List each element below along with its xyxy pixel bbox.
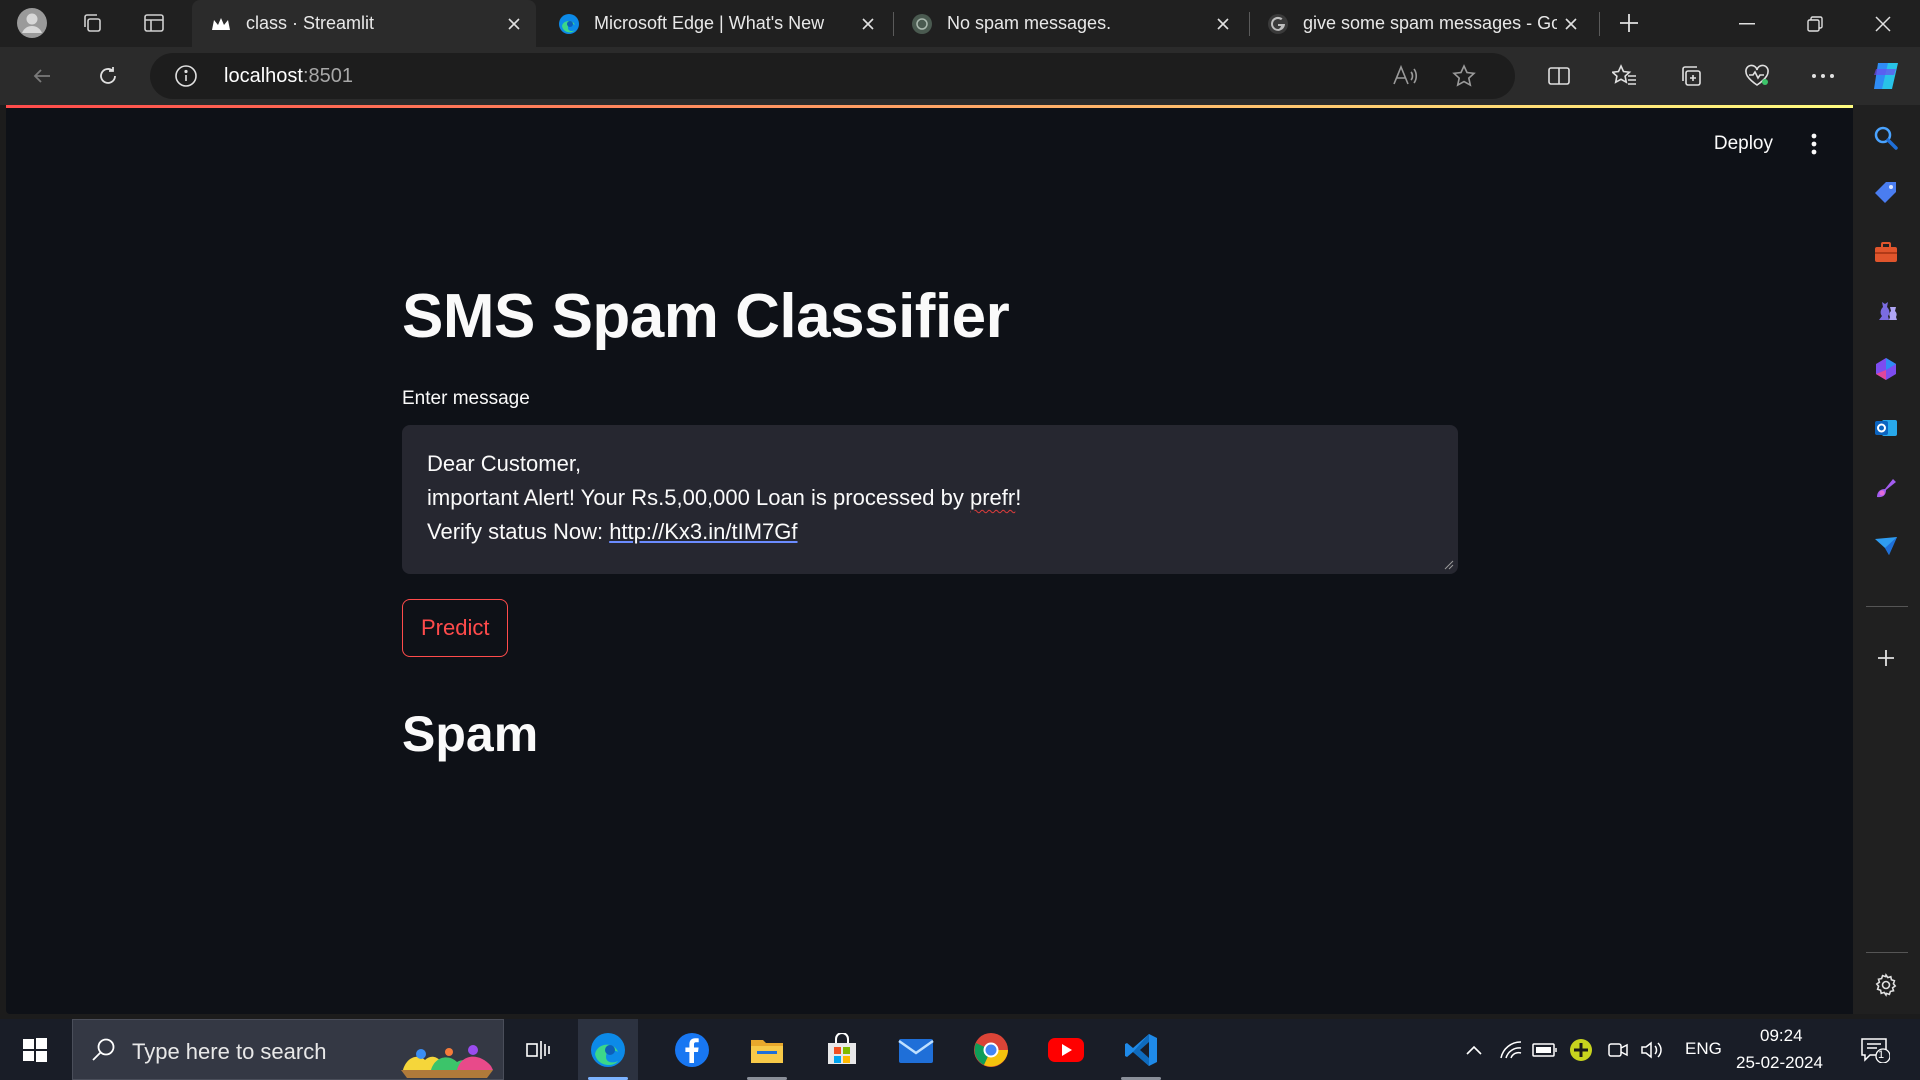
taskbar-mail[interactable] [886, 1019, 946, 1080]
url-text[interactable]: localhost:8501 [224, 65, 353, 88]
url-host: localhost [224, 65, 303, 87]
search-icon[interactable] [1869, 121, 1903, 155]
volume-icon[interactable] [1639, 1037, 1665, 1063]
taskbar-youtube[interactable] [1036, 1019, 1096, 1080]
taskbar-edge[interactable] [578, 1019, 638, 1080]
microsoft-365-icon[interactable] [1869, 352, 1903, 386]
taskbar-file-explorer[interactable] [737, 1019, 797, 1080]
predict-button[interactable]: Predict [402, 599, 509, 657]
google-logo-icon [1267, 13, 1289, 35]
edge-sidebar [1853, 105, 1920, 1014]
page-title: SMS Spam Classifier [402, 282, 1010, 351]
drop-send-icon[interactable] [1869, 529, 1903, 563]
read-aloud-icon[interactable] [1390, 61, 1420, 91]
tab-edge-whats-new[interactable]: Microsoft Edge | What's New [540, 0, 890, 47]
streamlit-top-decoration [6, 105, 1853, 108]
settings-gear-icon[interactable] [1869, 968, 1903, 1002]
tab-title: Microsoft Edge | What's New [594, 13, 825, 33]
new-tab-icon[interactable] [1611, 5, 1647, 41]
prediction-result: Spam [402, 706, 539, 762]
minimize-icon[interactable] [1713, 0, 1781, 47]
message-line-1: Dear Customer, [427, 451, 582, 476]
windows-start-icon[interactable] [5, 1019, 65, 1080]
sidebar-divider [1866, 952, 1908, 953]
tab-separator [1599, 12, 1600, 36]
taskbar-microsoft-store[interactable] [812, 1019, 872, 1080]
clock-time[interactable]: 09:24 [1760, 1026, 1803, 1046]
taskbar-vscode[interactable] [1111, 1019, 1171, 1080]
favorites-icon[interactable] [1605, 56, 1645, 96]
shopping-tag-icon[interactable] [1869, 176, 1903, 210]
message-input-label: Enter message [402, 388, 530, 409]
holi-colors-highlight-icon [391, 1026, 501, 1078]
chevron-up-icon[interactable] [1461, 1037, 1487, 1063]
resize-grip-icon[interactable] [1444, 560, 1454, 570]
browser-tab-strip: class · Streamlit Microsoft Edge | What'… [0, 0, 1920, 47]
windows-taskbar: Type here to search ENG 09:24 25-02-2024… [0, 1019, 1920, 1080]
battery-icon[interactable] [1532, 1037, 1558, 1063]
notifications-icon[interactable]: 1 [1858, 1037, 1892, 1063]
clock-date[interactable]: 25-02-2024 [1736, 1053, 1823, 1073]
profile-avatar-icon[interactable] [14, 5, 50, 41]
close-tab-icon[interactable] [1209, 10, 1237, 38]
taskbar-chrome[interactable] [961, 1019, 1021, 1080]
edge-logo-icon [558, 13, 580, 35]
sidebar-divider [1866, 606, 1908, 607]
copilot-icon[interactable] [1866, 56, 1906, 96]
outlook-icon[interactable] [1869, 411, 1903, 445]
url-port: :8501 [302, 65, 353, 87]
taskbar-search-box[interactable]: Type here to search [72, 1019, 504, 1080]
message-text: important Alert! Your Rs.5,00,000 Loan i… [427, 485, 970, 510]
games-chess-icon[interactable] [1869, 293, 1903, 327]
favorite-star-icon[interactable] [1449, 61, 1479, 91]
refresh-icon[interactable] [88, 56, 128, 96]
tab-streamlit[interactable]: class · Streamlit [192, 0, 536, 47]
message-text: Verify status Now: [427, 519, 610, 544]
wifi-icon[interactable] [1498, 1037, 1524, 1063]
tab-no-spam[interactable]: No spam messages. [893, 0, 1245, 47]
address-bar[interactable]: localhost:8501 [150, 53, 1515, 99]
misspelled-word: prefr [970, 485, 1016, 510]
workspaces-icon[interactable] [74, 5, 110, 41]
language-indicator[interactable]: ENG [1685, 1039, 1722, 1059]
tab-title: No spam messages. [947, 13, 1112, 33]
browser-toolbar: localhost:8501 [0, 47, 1920, 105]
close-tab-icon[interactable] [854, 10, 882, 38]
message-text: ! [1015, 485, 1022, 510]
split-screen-icon[interactable] [1539, 56, 1579, 96]
search-icon [91, 1037, 117, 1063]
message-line-2: important Alert! Your Rs.5,00,000 Loan i… [427, 481, 1433, 515]
deploy-button[interactable]: Deploy [1704, 127, 1783, 161]
restore-icon[interactable] [1781, 0, 1849, 47]
search-placeholder: Type here to search [132, 1039, 327, 1064]
chatgpt-logo-icon [911, 13, 933, 35]
close-tab-icon[interactable] [500, 10, 528, 38]
close-window-icon[interactable] [1849, 0, 1917, 47]
collections-icon[interactable] [1671, 56, 1711, 96]
tab-title: give some spam messages - Google [1303, 13, 1557, 33]
tab-title: class · Streamlit [246, 13, 375, 33]
message-textarea[interactable]: Dear Customer, important Alert! Your Rs.… [402, 425, 1458, 574]
notification-count: 1 [1878, 1049, 1885, 1061]
tools-toolbox-icon[interactable] [1869, 235, 1903, 269]
designer-icon[interactable] [1869, 471, 1903, 505]
app-tray-icon[interactable] [1568, 1037, 1594, 1063]
tab-google-search[interactable]: give some spam messages - Google [1249, 0, 1593, 47]
back-arrow-icon[interactable] [22, 56, 62, 96]
streamlit-crown-icon [210, 13, 232, 35]
taskbar-facebook[interactable] [662, 1019, 722, 1080]
meet-now-icon[interactable] [1605, 1037, 1631, 1063]
main-menu-icon[interactable] [1799, 127, 1829, 161]
close-tab-icon[interactable] [1557, 10, 1585, 38]
task-view-icon[interactable] [508, 1019, 568, 1080]
message-url: http://Kx3.in/tIM7Gf [609, 519, 798, 544]
streamlit-app: Deploy SMS Spam Classifier Enter message… [6, 105, 1853, 1014]
vertical-tabs-icon[interactable] [136, 5, 172, 41]
message-line-3: Verify status Now: http://Kx3.in/tIM7Gf [427, 515, 1433, 549]
more-options-icon[interactable] [1803, 56, 1843, 96]
site-info-icon[interactable] [174, 64, 198, 88]
browser-essentials-icon[interactable] [1737, 56, 1777, 96]
add-plus-icon[interactable] [1869, 641, 1903, 675]
